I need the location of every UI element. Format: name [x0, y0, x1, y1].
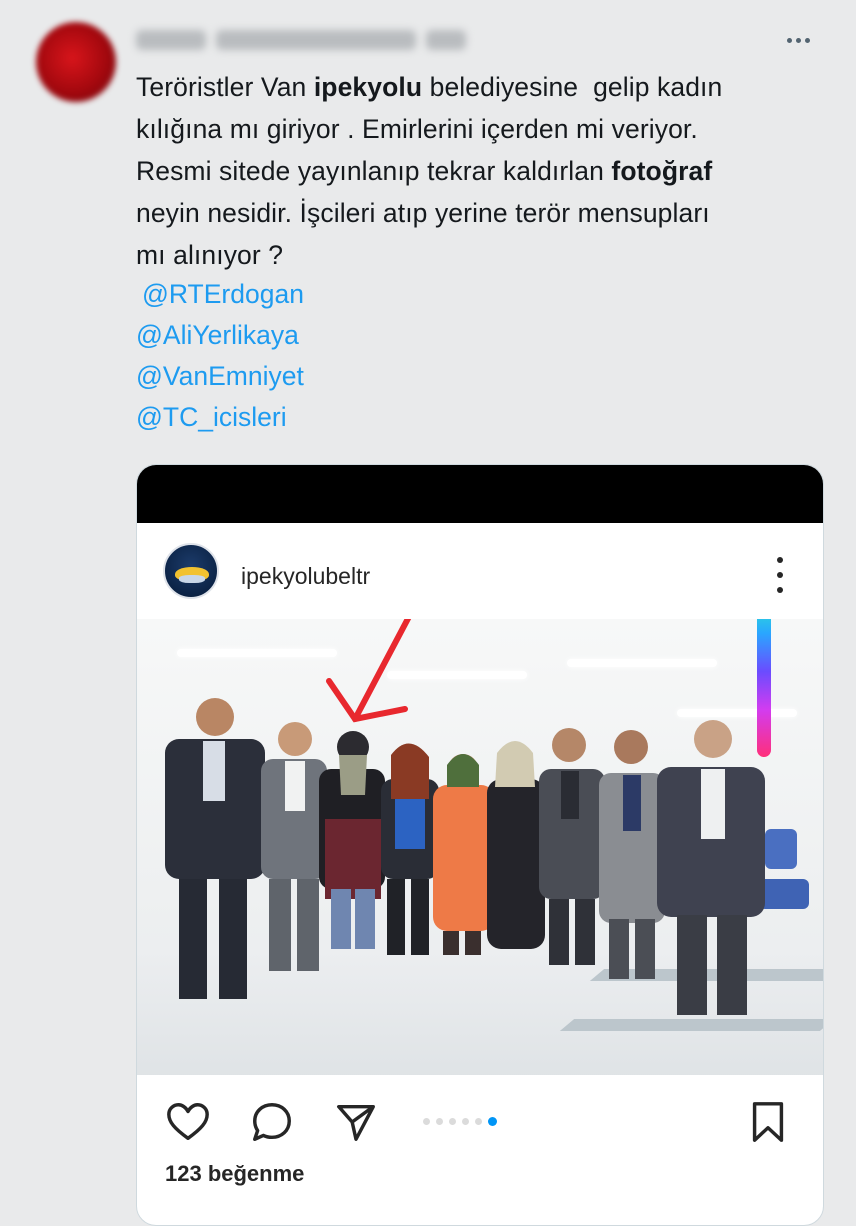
tweet-text-bold: ipekyolu	[313, 72, 423, 102]
more-horizontal-icon	[786, 37, 792, 43]
tweet-text: Teröristler Van ipekyolu belediyesine ge…	[136, 66, 836, 276]
tweet-text-bold: fotoğraf	[611, 156, 713, 186]
heart-icon	[167, 1103, 209, 1141]
mention-list: @RTErdogan @AliYerlikaya @VanEmniyet @TC…	[136, 274, 304, 438]
tweet-text-segment: Teröristler Van	[136, 72, 314, 102]
tweet-text-segment: neyin nesidir. İşcileri atıp yerine terö…	[136, 198, 710, 270]
mention-rterdogan[interactable]: @RTErdogan	[136, 274, 304, 315]
post-photo[interactable]	[137, 619, 823, 1075]
ipekyolu-municipality-logo[interactable]	[163, 543, 219, 599]
instagram-username[interactable]: ipekyolubeltr	[241, 563, 370, 590]
mention-vanemniyet[interactable]: @VanEmniyet	[136, 356, 304, 397]
instagram-post-header: ipekyolubeltr	[137, 523, 823, 609]
post-more-icon[interactable]	[775, 557, 785, 593]
like-count[interactable]: 123 beğenme	[165, 1161, 304, 1187]
author-avatar[interactable]	[36, 22, 116, 102]
comment-button[interactable]	[249, 1099, 295, 1145]
send-icon	[337, 1104, 375, 1141]
annotation-arrow	[326, 619, 412, 723]
author-name-blurred[interactable]	[136, 30, 476, 52]
attached-image[interactable]: ipekyolubeltr 123 beğenme	[136, 464, 824, 1226]
people-group	[165, 619, 765, 1015]
status-bar	[137, 465, 823, 523]
mention-aliyerlikaya[interactable]: @AliYerlikaya	[136, 315, 304, 356]
mention-tc-icisleri[interactable]: @TC_icisleri	[136, 397, 304, 438]
post-actions-bar	[137, 1085, 823, 1145]
like-button[interactable]	[165, 1099, 211, 1145]
comment-icon	[253, 1103, 291, 1141]
color-picker-slider	[757, 619, 771, 757]
bookmark-icon	[752, 1102, 784, 1142]
share-button[interactable]	[333, 1099, 379, 1145]
carousel-indicator	[423, 1117, 497, 1126]
save-button[interactable]	[745, 1099, 791, 1145]
more-options-button[interactable]	[778, 30, 818, 50]
